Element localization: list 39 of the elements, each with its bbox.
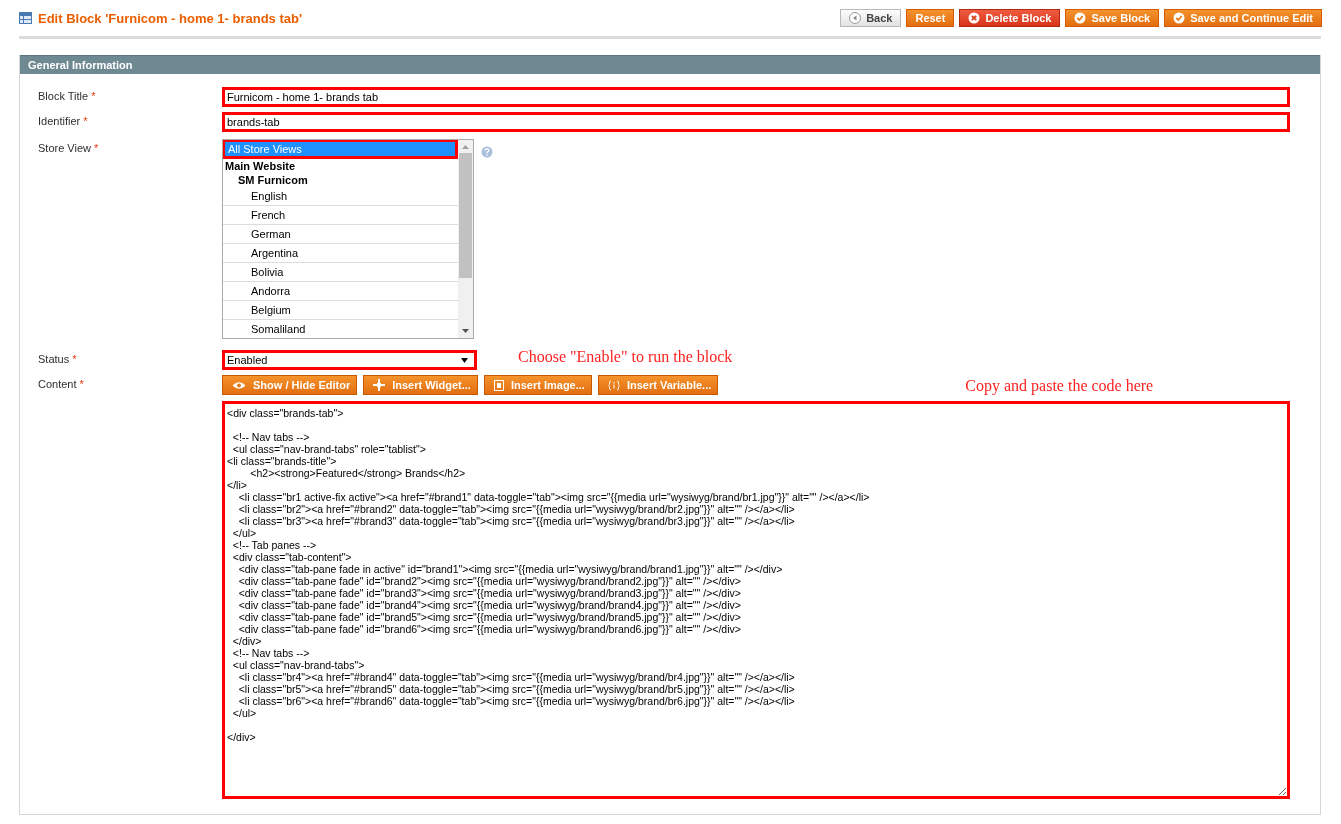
section-header: General Information [20,55,1320,74]
image-icon [493,379,504,391]
list-option[interactable]: Belgium [223,301,458,320]
status-dropdown[interactable]: Enabled [222,350,477,370]
close-icon [968,12,981,24]
list-option[interactable]: French [223,206,458,225]
page-title: Edit Block 'Furnicom - home 1- brands tab' [38,10,303,26]
checkmark-icon [1074,12,1087,24]
text-field[interactable]: brands-tab [222,112,1290,132]
help-icon [481,146,493,158]
scrollbar[interactable] [458,140,473,338]
field-label: Store View * [38,141,100,156]
annotation-text: Choose "Enable" to run the block [518,348,733,366]
annotation-text: Copy and paste the code here [965,377,1154,395]
text-field[interactable]: Furnicom - home 1- brands tab [222,87,1290,107]
scrollbar-thumb[interactable] [459,153,472,278]
crosshair-icon [373,379,386,391]
toolbar-button[interactable]: Delete Block [959,9,1061,27]
store-view-listbox[interactable]: All Store Views Main Website SM Furnicom English French German Argentina Bolivia Andorra Belgium Somaliland [222,139,474,339]
code-editor[interactable]: <div class="brands-tab"> <!-- Nav tabs --> <ul class="nav-brand-tabs" role="tablist"> <li class="brands-title"> <h2><strong>Featured</strong> Brands</h2> </li> <li class="br1 active-fix active"><a href="#brand1" data-toggle="tab"><img src="{{media url="wysiwyg/brand/br1.jpg"}}" alt="" /></a></li> <li class="br2"><a href="#brand2" data-toggle="tab"><img src="{{media url="wysiwyg/brand/br2.jpg"}}" alt="" /></a></li> <li class="br3"><a href="#brand3" data-toggle="tab"><img src="{{media url="wysiwyg/brand/br3.jpg"}}" alt="" /></a></li> </ul> <!-- Tab panes --> <div class="tab-content"> <div class="tab-pane fade in active" id="brand1"><img src="{{media url="wysiwyg/brand/brand1.jpg"}}" alt="" /></div> <div class="tab-pane fade" id="brand2"><img src="{{media url="wysiwyg/brand/brand2.jpg"}}" alt="" /></div> <div class="tab-pane fade" id="brand3"><img src="{{media url="wysiwyg/brand/brand3.jpg"}}" alt="" /></div> <div class="tab-pane fade" id="brand4"><img src="{{media url="wysiwyg/brand/brand4.jpg"}}" alt="" /></div> <div class="tab-pane fade" id="brand5"><img src="{{media url="wysiwyg/brand/brand5.jpg"}}" alt="" /></div> <div class="tab-pane fade" id="brand6"><img src="{{media url="wysiwyg/brand/brand6.jpg"}}" alt="" /></div> </div> <!-- Nav tabs --> <ul class="nav-brand-tabs"> <li class="br4"><a href="#brand4" data-toggle="tab"><img src="{{media url="wysiwyg/brand/br4.jpg"}}" alt="" /></a></li> <li class="br5"><a href="#brand5" data-toggle="tab"><img src="{{media url="wysiwyg/brand/br5.jpg"}}" alt="" /></a></li> <li class="br6"><a href="#brand6" data-toggle="tab"><img src="{{media url="wysiwyg/brand/br6.jpg"}}" alt="" /></a></li> </ul> </div> [222,401,1290,799]
option-group-label[interactable]: Main Website [223,159,458,173]
dropdown-arrow-icon [461,357,468,363]
list-option[interactable]: Andorra [223,282,458,301]
scroll-down-arrow-icon [462,329,469,333]
checkmark-icon [1173,12,1186,24]
toolbar-button[interactable]: Back [840,9,902,27]
list-option[interactable]: German [223,225,458,244]
grid-icon [19,12,32,24]
list-option[interactable]: Argentina [223,244,458,263]
list-option[interactable]: Bolivia [223,263,458,282]
field-label: Identifier * [38,114,89,129]
field-label: Block Title * [38,89,97,104]
braces-icon [607,379,620,391]
list-option[interactable]: English [223,187,458,206]
scroll-up-arrow-icon [462,145,469,149]
eye-icon [232,380,246,390]
field-label: Status * [38,352,78,367]
field-label: Content * [38,377,85,392]
option-group-label[interactable]: SM Furnicom [223,173,458,187]
